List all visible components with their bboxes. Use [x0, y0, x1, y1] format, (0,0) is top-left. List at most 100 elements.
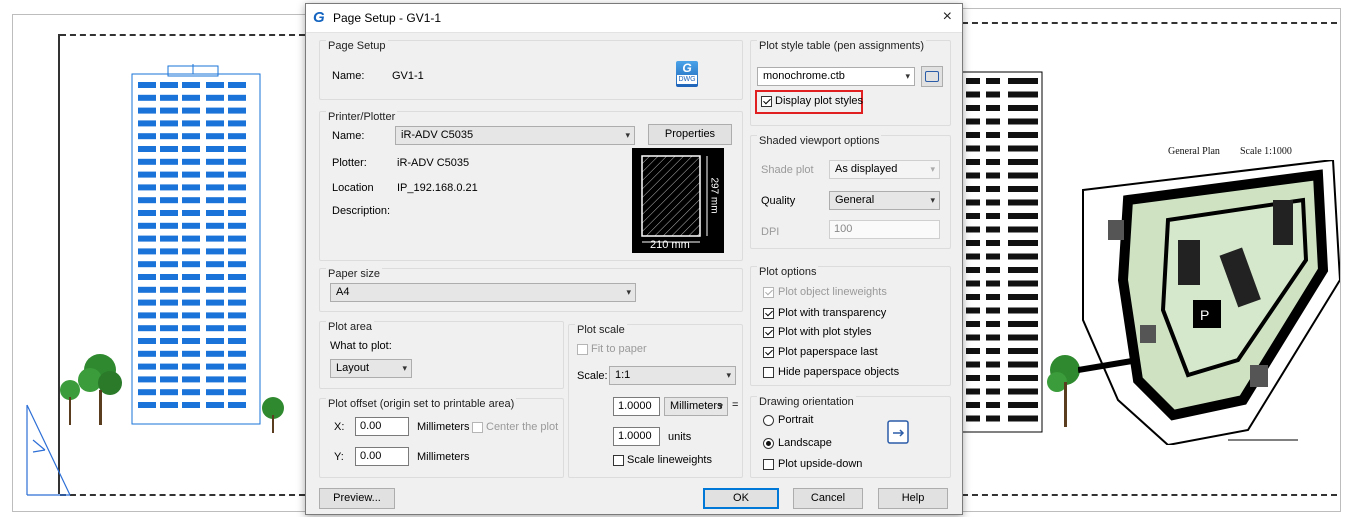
app-logo-icon: G: [313, 9, 325, 26]
paper-size-value: A4: [336, 286, 350, 298]
plot-style-dropdown[interactable]: monochrome.ctb ▾: [757, 67, 915, 86]
drawing-orientation-group: Drawing orientation Portrait Landscape P…: [750, 396, 951, 478]
offset-x-unit: Millimeters: [417, 421, 470, 433]
paper-preview-height: 297 mm: [708, 177, 720, 214]
sheet-border-bottom-right: [962, 494, 1337, 496]
offset-x-label: X:: [334, 421, 345, 433]
plot-transparency-label: Plot with transparency: [778, 307, 887, 319]
site-plan: P: [1078, 160, 1340, 445]
printer-name-dropdown[interactable]: iR-ADV C5035 ▾: [395, 126, 635, 145]
building-elevation-blue: [131, 64, 261, 425]
plotter-label: Plotter:: [332, 157, 367, 169]
plot-object-lineweights-checkbox[interactable]: [763, 287, 774, 298]
ok-button[interactable]: OK: [703, 488, 779, 509]
dpi-input[interactable]: 100: [829, 220, 940, 239]
plot-style-table-group: Plot style table (pen assignments) monoc…: [750, 40, 951, 126]
chevron-down-icon: ▾: [402, 363, 407, 373]
hide-paperspace-checkbox[interactable]: [763, 367, 774, 378]
scale-unit-value: Millimeters: [670, 400, 723, 412]
plot-area-group-label: Plot area: [326, 321, 375, 333]
shade-plot-label: Shade plot: [761, 164, 814, 176]
plot-scale-group: Plot scale Fit to paper Scale: 1:1 ▾ 1.0…: [568, 324, 743, 478]
sheet-border-top-right: [962, 22, 1337, 24]
offset-y-input[interactable]: 0.00: [355, 447, 409, 466]
plot-paperspace-last-checkbox[interactable]: [763, 347, 774, 358]
chevron-down-icon: ▾: [718, 401, 723, 411]
dpi-label: DPI: [761, 226, 780, 238]
shade-plot-dropdown[interactable]: As displayed ▾: [829, 160, 940, 179]
landscape-label: Landscape: [778, 437, 832, 449]
chevron-down-icon: ▾: [726, 370, 731, 380]
paper-size-dropdown[interactable]: A4 ▾: [330, 283, 636, 302]
shaded-group-label: Shaded viewport options: [757, 135, 882, 147]
dwg-file-icon: G DWG: [676, 61, 698, 87]
scale-label: Scale:: [577, 370, 608, 382]
printer-group-label: Printer/Plotter: [326, 111, 398, 123]
what-to-plot-value: Layout: [336, 362, 370, 374]
plotter-value: iR-ADV C5035: [397, 157, 470, 169]
tree-right-small: [262, 397, 284, 433]
close-icon[interactable]: ×: [943, 8, 952, 26]
printer-edit-icon: [925, 71, 939, 82]
page-setup-dialog: G Page Setup - GV1-1 × Page Setup Name: …: [305, 3, 963, 515]
what-to-plot-dropdown[interactable]: Layout ▾: [330, 359, 412, 378]
dwg-icon-label: DWG: [677, 75, 697, 84]
plot-offset-group-label: Plot offset (origin set to printable are…: [326, 398, 517, 410]
cancel-button[interactable]: Cancel: [793, 488, 863, 509]
page-setup-name-label: Name:: [332, 70, 365, 82]
quality-value: General: [835, 194, 875, 206]
chevron-down-icon: ▾: [626, 287, 631, 297]
plot-object-lineweights-label: Plot object lineweights: [778, 286, 887, 298]
plan-title: General Plan: [1168, 146, 1220, 157]
printer-plotter-group: Printer/Plotter Name: iR-ADV C5035 ▾ Pro…: [319, 111, 743, 261]
printer-name-label: Name:: [332, 130, 365, 142]
fit-to-paper-checkbox[interactable]: [577, 344, 588, 355]
scale-value1-input[interactable]: 1.0000: [613, 397, 660, 416]
display-plot-styles-checkbox[interactable]: [761, 96, 772, 107]
sheet-border-top-left: [60, 34, 305, 36]
plot-paperspace-last-label: Plot paperspace last: [778, 346, 878, 358]
offset-x-input[interactable]: 0.00: [355, 417, 409, 436]
scale-units-label: units: [668, 431, 692, 443]
chevron-down-icon: ▾: [930, 164, 935, 174]
equals-sign: =: [732, 399, 739, 411]
center-plot-label: Center the plot: [486, 421, 559, 433]
scale-unit-dropdown[interactable]: Millimeters ▾: [664, 397, 728, 416]
quality-label: Quality: [761, 195, 796, 207]
plot-style-value: monochrome.ctb: [763, 70, 845, 82]
center-plot-checkbox[interactable]: [472, 422, 483, 433]
edit-plot-style-button[interactable]: [921, 66, 943, 87]
building-elevation-black: [962, 71, 1043, 433]
plan-scale: Scale 1:1000: [1240, 146, 1292, 157]
offset-y-label: Y:: [334, 451, 344, 463]
portrait-label: Portrait: [778, 414, 814, 426]
landscape-orientation-icon: [887, 420, 909, 444]
help-button[interactable]: Help: [878, 488, 948, 509]
sheet-border-bottom-left: [60, 494, 305, 496]
plot-options-group-label: Plot options: [757, 266, 819, 278]
fit-to-paper-label: Fit to paper: [591, 343, 647, 355]
portrait-radio[interactable]: [763, 415, 774, 426]
quality-dropdown[interactable]: General ▾: [829, 191, 940, 210]
chevron-down-icon: ▾: [930, 195, 935, 205]
display-plot-styles-label: Display plot styles: [775, 95, 864, 107]
scale-lineweights-checkbox[interactable]: [613, 455, 624, 466]
orientation-group-label: Drawing orientation: [757, 396, 856, 408]
title-bar[interactable]: G Page Setup - GV1-1 ×: [306, 4, 962, 33]
landscape-radio[interactable]: [763, 438, 774, 449]
view-cube-corner: [26, 404, 71, 496]
paper-size-group-label: Paper size: [326, 268, 382, 280]
plot-transparency-checkbox[interactable]: [763, 308, 774, 319]
scale-value2-input[interactable]: 1.0000: [613, 427, 660, 446]
scale-dropdown[interactable]: 1:1 ▾: [609, 366, 736, 385]
plot-offset-group: Plot offset (origin set to printable are…: [319, 398, 564, 478]
shade-plot-value: As displayed: [835, 163, 898, 175]
description-label: Description:: [332, 205, 391, 217]
scale-lineweights-label: Scale lineweights: [627, 454, 712, 466]
scale-value: 1:1: [615, 369, 631, 381]
plot-with-styles-checkbox[interactable]: [763, 327, 774, 338]
preview-button[interactable]: Preview...: [319, 488, 395, 509]
upside-down-checkbox[interactable]: [763, 459, 774, 470]
properties-button[interactable]: Properties: [648, 124, 732, 145]
upside-down-label: Plot upside-down: [778, 458, 863, 470]
